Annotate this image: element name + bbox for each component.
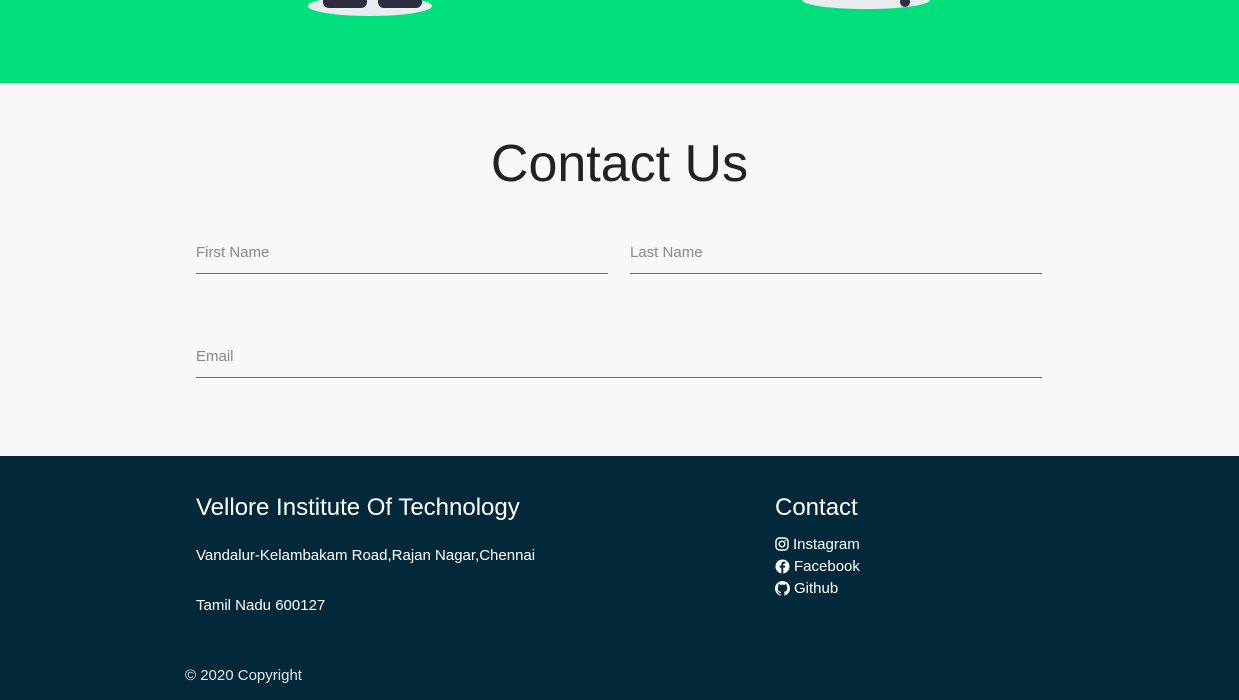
- facebook-icon: [775, 559, 790, 573]
- right-figure-shoe-shape: [378, 0, 422, 8]
- hero-banner: [0, 0, 1239, 83]
- footer: Vellore Institute Of Technology Vandalur…: [0, 456, 1239, 700]
- github-icon: [775, 580, 790, 596]
- footer-contact-title: Contact: [775, 494, 858, 521]
- right-figure-base-shape: [802, 0, 930, 9]
- hero-illustration: [308, 0, 930, 16]
- github-label: Github: [794, 579, 839, 597]
- left-figure-shoe-shape: [323, 0, 367, 8]
- facebook-link[interactable]: Facebook: [775, 555, 860, 577]
- github-link[interactable]: Github: [775, 577, 860, 599]
- contact-section: Contact Us: [0, 83, 1239, 456]
- last-name-input[interactable]: [630, 231, 1042, 274]
- address-line-2: Tamil Nadu 600127: [196, 597, 326, 614]
- email-input[interactable]: [196, 335, 1042, 378]
- instagram-label: Instagram: [793, 535, 860, 553]
- contact-heading: Contact Us: [490, 135, 749, 193]
- first-name-input[interactable]: [196, 231, 608, 274]
- social-links: Instagram Facebook Github: [775, 533, 860, 599]
- instagram-icon: [775, 537, 789, 551]
- institute-title: Vellore Institute Of Technology: [196, 494, 520, 521]
- address-line-1: Vandalur-Kelambakam Road,Rajan Nagar,Che…: [196, 547, 536, 564]
- copyright-text: © 2020 Copyright: [185, 667, 302, 684]
- instagram-link[interactable]: Instagram: [775, 533, 860, 555]
- facebook-label: Facebook: [794, 557, 860, 575]
